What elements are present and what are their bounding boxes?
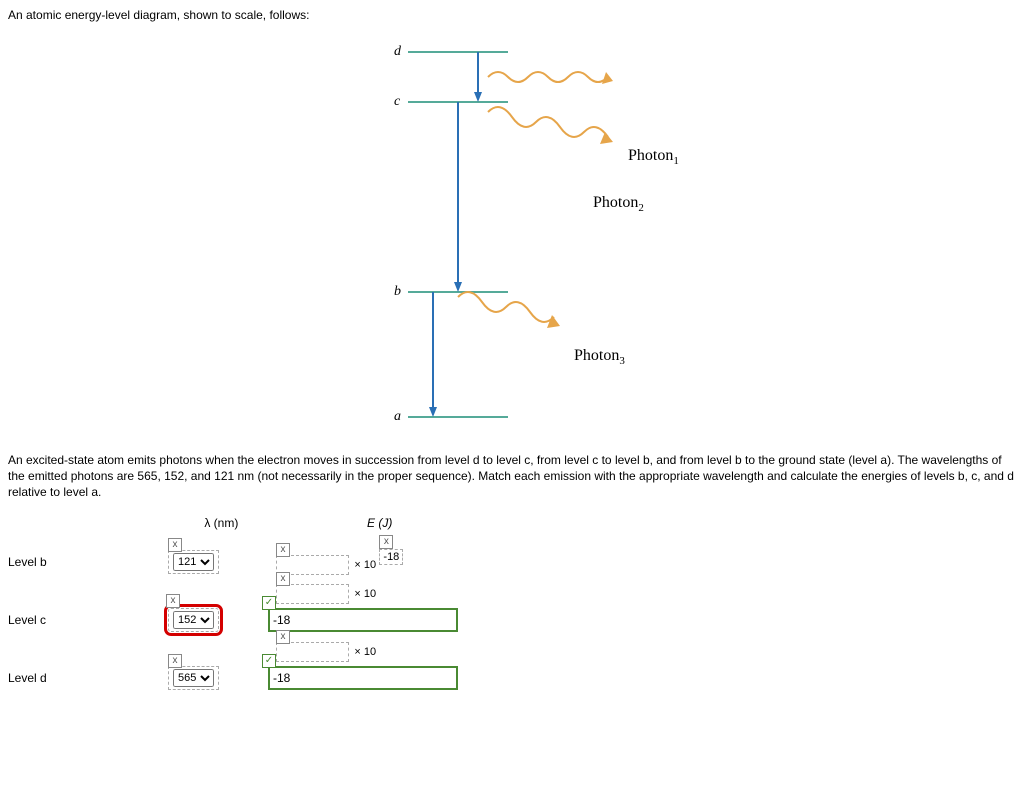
row-c-label: Level c — [8, 613, 168, 627]
row-level-c: Level c x 121152565 x × 10 ✓ — [8, 600, 1016, 640]
x-icon: x — [168, 654, 182, 668]
times-ten-text: × 10 — [354, 646, 376, 658]
x-icon: x — [166, 594, 180, 608]
x-icon: x — [276, 630, 290, 644]
exp-box-d[interactable] — [276, 642, 349, 662]
x-icon: x — [168, 538, 182, 552]
level-c-label: c — [394, 94, 400, 110]
times-ten-text: × 10 — [354, 588, 376, 600]
x-icon: x — [276, 572, 290, 586]
x-icon: x — [379, 535, 393, 549]
row-level-b: Level b x 121152565 x × 10 x -18 — [8, 542, 1016, 582]
level-d-label: d — [394, 44, 401, 60]
exp-value-b: -18 — [383, 551, 399, 563]
exp-box-c[interactable] — [276, 584, 349, 604]
photon1-label: Photon1 — [628, 147, 679, 167]
energy-input-d[interactable] — [268, 666, 458, 690]
lambda-select-c[interactable]: 121152565 — [173, 611, 214, 629]
energy-level-diagram: d c b a Photon1 Photon2 Photon3 — [378, 32, 778, 432]
x-icon: x — [276, 543, 290, 557]
lambda-select-b[interactable]: 121152565 — [173, 553, 214, 571]
row-b-label: Level b — [8, 555, 168, 569]
times-ten-text: × 10 — [354, 559, 376, 571]
row-level-d: Level d x 121152565 x × 10 ✓ — [8, 658, 1016, 698]
photon2-label: Photon2 — [593, 194, 644, 214]
level-a-label: a — [394, 409, 401, 425]
intro-text: An atomic energy-level diagram, shown to… — [8, 8, 1016, 22]
check-icon: ✓ — [262, 654, 276, 668]
level-b-label: b — [394, 284, 401, 300]
row-d-label: Level d — [8, 671, 168, 685]
energy-input-c[interactable] — [268, 608, 458, 632]
check-icon: ✓ — [262, 596, 276, 610]
header-lambda: λ (nm) — [171, 516, 271, 530]
lambda-select-d[interactable]: 121152565 — [173, 669, 214, 687]
problem-description: An excited-state atom emits photons when… — [8, 452, 1016, 501]
photon3-label: Photon3 — [574, 347, 625, 367]
header-energy: E (J) — [305, 516, 455, 530]
